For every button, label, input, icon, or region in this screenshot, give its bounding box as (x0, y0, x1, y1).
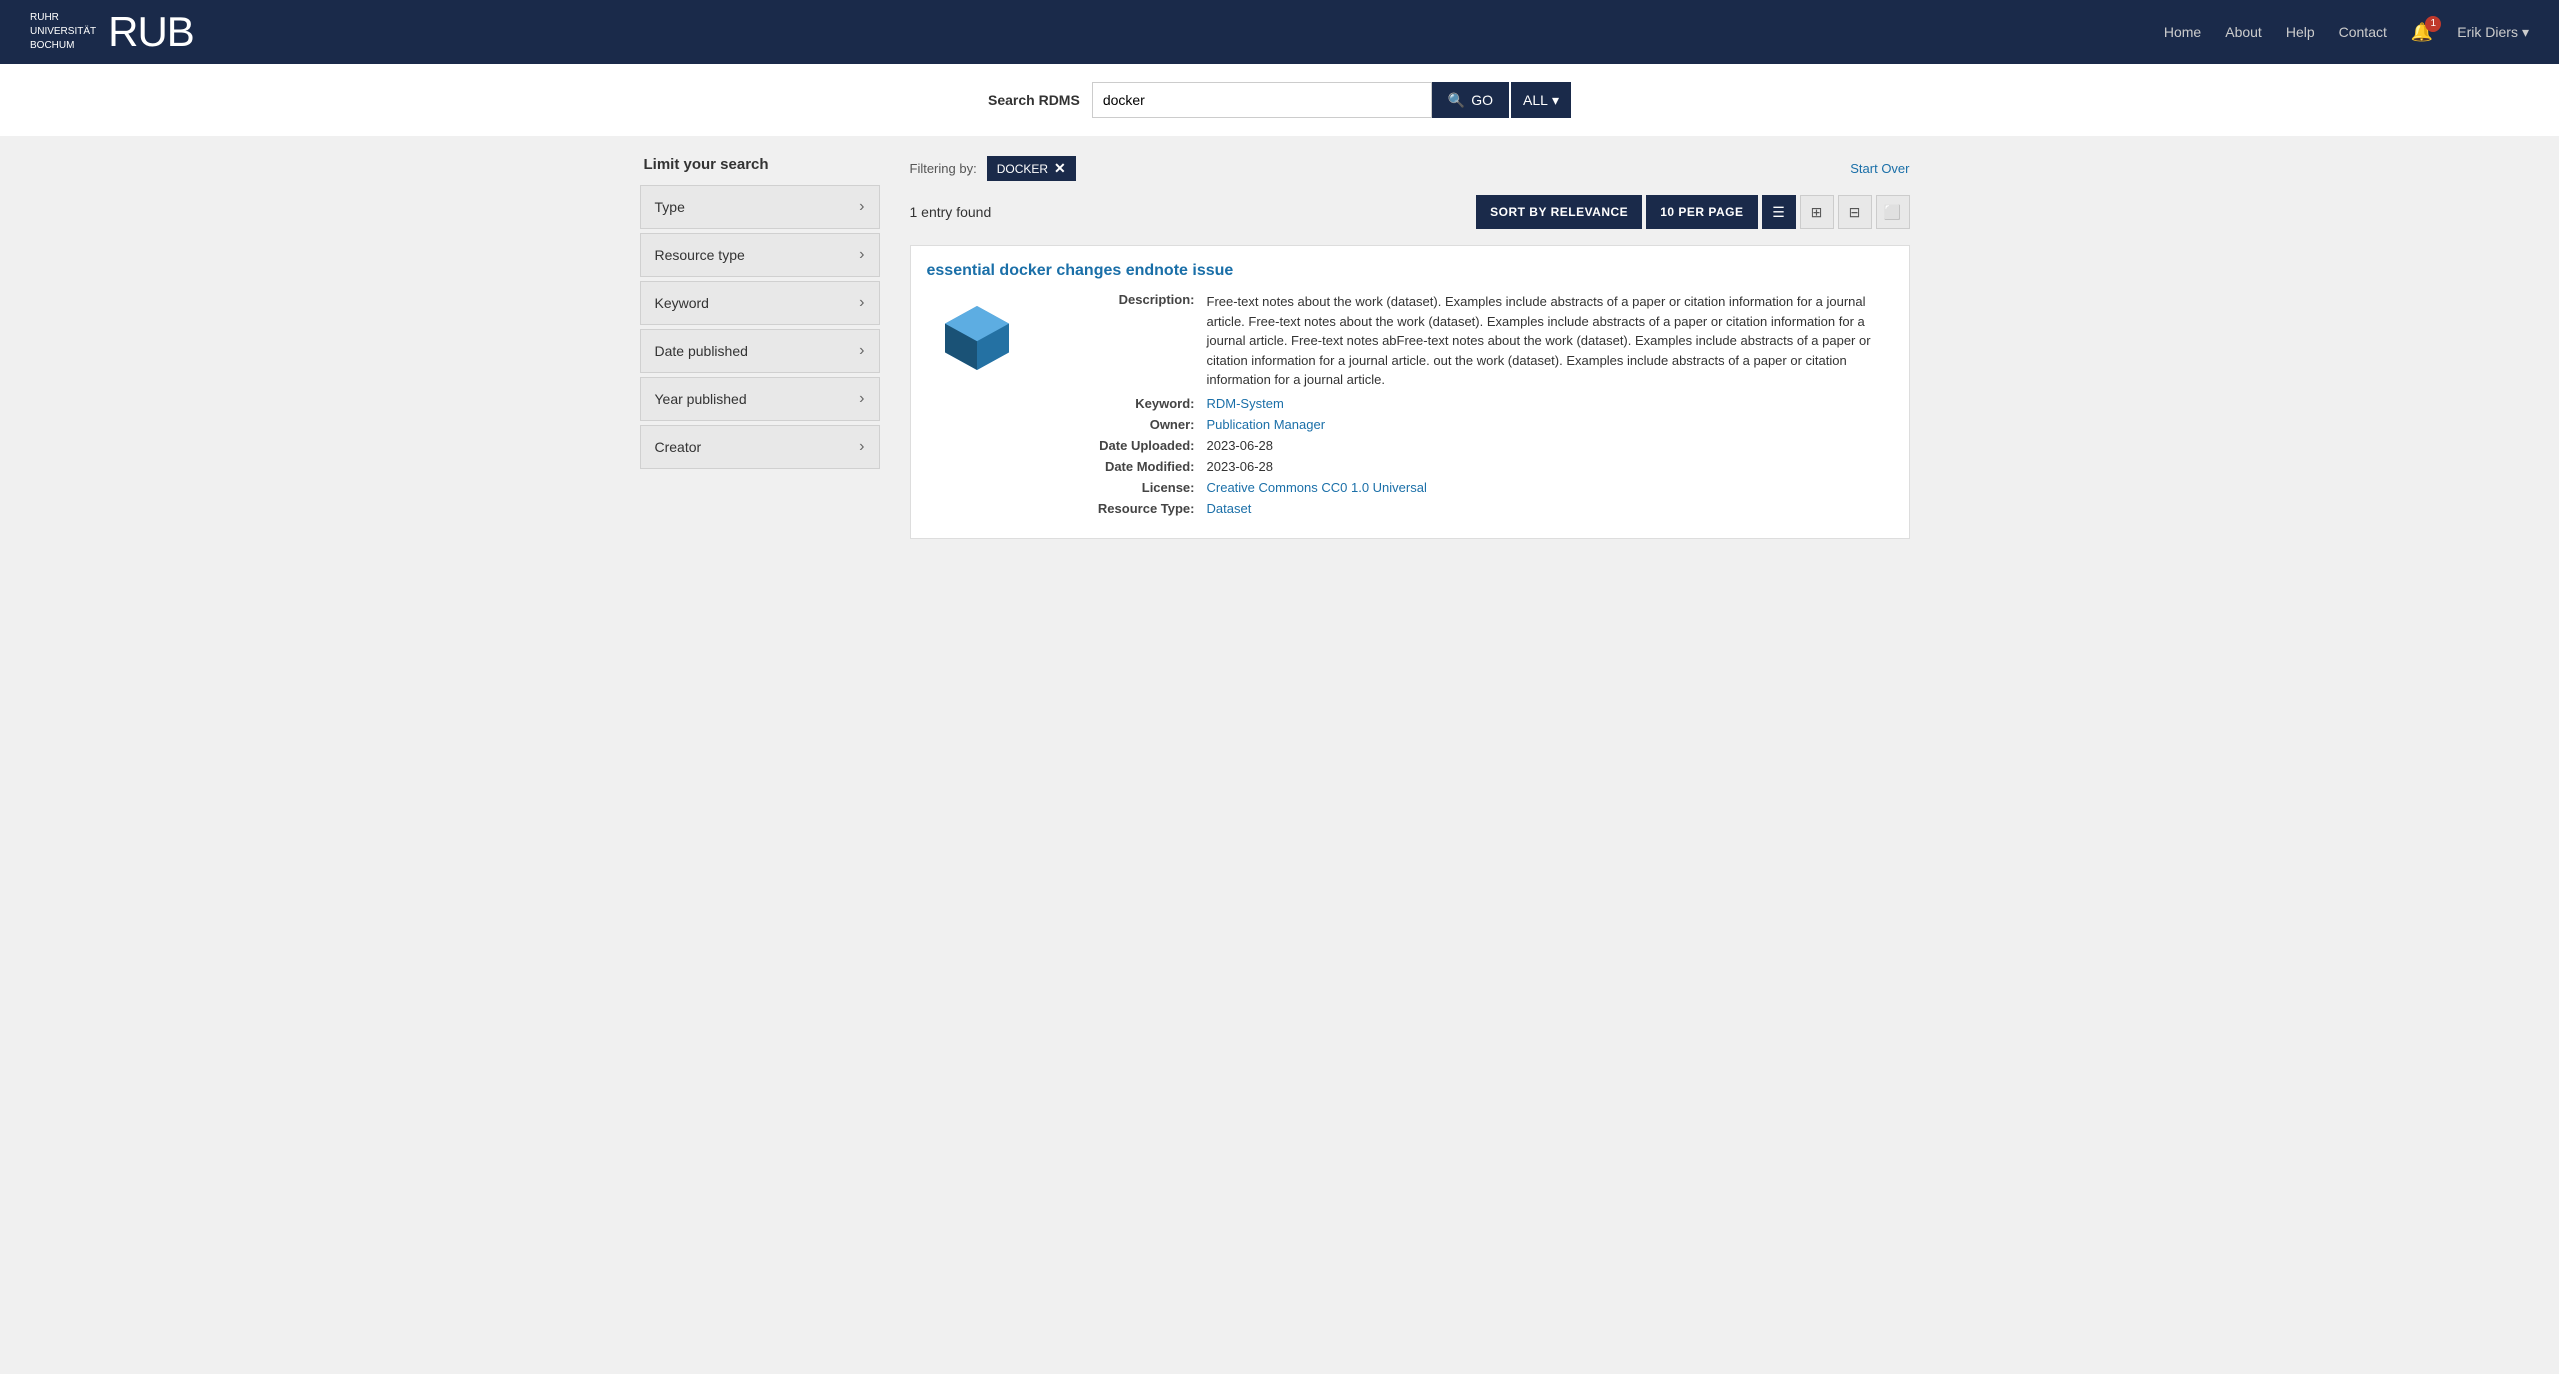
date-modified-value: 2023-06-28 (1207, 459, 1893, 474)
description-key: Description: (1047, 292, 1207, 390)
owner-value: Publication Manager (1207, 417, 1893, 432)
result-item: essential docker changes endnote issue D… (910, 245, 1910, 539)
meta-keyword-row: Keyword: RDM-System (1047, 396, 1893, 411)
license-key: License: (1047, 480, 1207, 495)
nav-help[interactable]: Help (2286, 24, 2315, 40)
facet-type[interactable]: Type › (640, 185, 880, 229)
search-label: Search RDMS (988, 92, 1080, 108)
facet-creator-label: Creator (655, 439, 702, 455)
search-all-button[interactable]: ALL ▾ (1511, 82, 1571, 118)
logo-rub: RUB (108, 8, 194, 56)
resource-type-key: Resource Type: (1047, 501, 1207, 516)
facet-year-published[interactable]: Year published › (640, 377, 880, 421)
user-menu[interactable]: Erik Diers ▾ (2457, 24, 2529, 41)
facet-keyword-arrow: › (859, 294, 864, 312)
facet-keyword[interactable]: Keyword › (640, 281, 880, 325)
header: RUHR UNIVERSITÄT BOCHUM RUB Home About H… (0, 0, 2559, 64)
facet-type-label: Type (655, 199, 685, 215)
cube-icon (937, 298, 1017, 378)
nav-about[interactable]: About (2225, 24, 2262, 40)
meta-description-row: Description: Free-text notes about the w… (1047, 292, 1893, 390)
description-value: Free-text notes about the work (dataset)… (1207, 292, 1893, 390)
facet-date-published[interactable]: Date published › (640, 329, 880, 373)
resource-type-link[interactable]: Dataset (1207, 501, 1252, 516)
results-toolbar: 1 entry found SORT BY RELEVANCE 10 PER P… (910, 195, 1910, 229)
per-page-button[interactable]: 10 PER PAGE (1646, 195, 1757, 229)
filter-left: Filtering by: DOCKER ✕ (910, 156, 1076, 181)
facet-resource-type-arrow: › (859, 246, 864, 264)
facet-resource-type[interactable]: Resource type › (640, 233, 880, 277)
facet-resource-type-label: Resource type (655, 247, 745, 263)
main-layout: Limit your search Type › Resource type ›… (630, 136, 1930, 575)
filter-tag-docker[interactable]: DOCKER ✕ (987, 156, 1076, 181)
view-slideshow-button[interactable]: ⬜ (1876, 195, 1910, 229)
sidebar-title: Limit your search (640, 156, 880, 173)
facet-date-published-arrow: › (859, 342, 864, 360)
logo-area: RUHR UNIVERSITÄT BOCHUM RUB (30, 8, 194, 56)
license-value: Creative Commons CC0 1.0 Universal (1207, 480, 1893, 495)
result-thumbnail (927, 292, 1027, 522)
meta-owner-row: Owner: Publication Manager (1047, 417, 1893, 432)
search-go-button[interactable]: 🔍 GO (1432, 82, 1509, 118)
view-gallery-button[interactable]: ⊟ (1838, 195, 1872, 229)
university-name: RUHR UNIVERSITÄT BOCHUM (30, 11, 96, 53)
resource-type-value: Dataset (1207, 501, 1893, 516)
main-nav: Home About Help Contact 🔔 1 Erik Diers ▾ (2164, 22, 2529, 43)
search-bar: Search RDMS 🔍 GO ALL ▾ (0, 64, 2559, 136)
facet-year-published-arrow: › (859, 390, 864, 408)
facet-keyword-label: Keyword (655, 295, 709, 311)
view-grid-button[interactable]: ⊞ (1800, 195, 1834, 229)
sidebar: Limit your search Type › Resource type ›… (630, 156, 890, 555)
toolbar-right: SORT BY RELEVANCE 10 PER PAGE ☰ ⊞ ⊟ ⬜ (1476, 195, 1909, 229)
owner-link[interactable]: Publication Manager (1207, 417, 1326, 432)
facet-creator[interactable]: Creator › (640, 425, 880, 469)
result-title[interactable]: essential docker changes endnote issue (927, 262, 1893, 280)
search-input[interactable] (1092, 82, 1432, 118)
keyword-value: RDM-System (1207, 396, 1893, 411)
meta-date-uploaded-row: Date Uploaded: 2023-06-28 (1047, 438, 1893, 453)
date-modified-key: Date Modified: (1047, 459, 1207, 474)
keyword-link[interactable]: RDM-System (1207, 396, 1284, 411)
meta-license-row: License: Creative Commons CC0 1.0 Univer… (1047, 480, 1893, 495)
facet-creator-arrow: › (859, 438, 864, 456)
meta-resource-type-row: Resource Type: Dataset (1047, 501, 1893, 516)
view-list-button[interactable]: ☰ (1762, 195, 1796, 229)
all-dropdown-icon: ▾ (1552, 92, 1559, 109)
result-meta: Description: Free-text notes about the w… (1047, 292, 1893, 522)
meta-date-modified-row: Date Modified: 2023-06-28 (1047, 459, 1893, 474)
result-body: Description: Free-text notes about the w… (927, 292, 1893, 522)
content-area: Filtering by: DOCKER ✕ Start Over 1 entr… (890, 156, 1930, 555)
user-name: Erik Diers (2457, 24, 2518, 40)
logo-text: RUHR UNIVERSITÄT BOCHUM (30, 11, 96, 53)
nav-contact[interactable]: Contact (2339, 24, 2387, 40)
license-link[interactable]: Creative Commons CC0 1.0 Universal (1207, 480, 1427, 495)
results-count: 1 entry found (910, 204, 992, 220)
filter-tag-label: DOCKER (997, 162, 1048, 176)
search-input-group: 🔍 GO ALL ▾ (1092, 82, 1571, 118)
user-dropdown-icon: ▾ (2522, 24, 2529, 41)
facet-year-published-label: Year published (655, 391, 747, 407)
nav-home[interactable]: Home (2164, 24, 2201, 40)
filter-tag-remove-icon[interactable]: ✕ (1054, 160, 1066, 177)
keyword-key: Keyword: (1047, 396, 1207, 411)
notification-bell[interactable]: 🔔 1 (2411, 22, 2433, 43)
facet-date-published-label: Date published (655, 343, 748, 359)
filtering-by-label: Filtering by: (910, 161, 977, 176)
facet-type-arrow: › (859, 198, 864, 216)
date-uploaded-value: 2023-06-28 (1207, 438, 1893, 453)
date-uploaded-key: Date Uploaded: (1047, 438, 1207, 453)
search-icon: 🔍 (1448, 92, 1465, 109)
notification-badge: 1 (2425, 16, 2441, 32)
owner-key: Owner: (1047, 417, 1207, 432)
filter-bar: Filtering by: DOCKER ✕ Start Over (910, 156, 1910, 181)
sort-button[interactable]: SORT BY RELEVANCE (1476, 195, 1642, 229)
start-over-link[interactable]: Start Over (1850, 161, 1909, 176)
